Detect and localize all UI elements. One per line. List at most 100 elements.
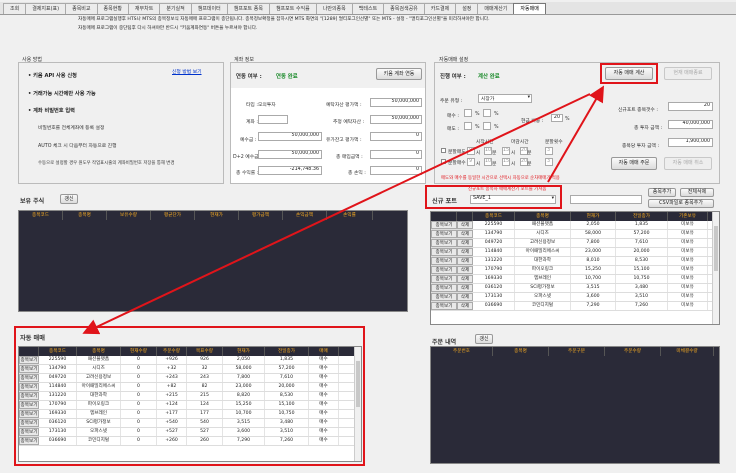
split-buy-checkbox[interactable] — [441, 159, 446, 164]
timerow2-cell-4[interactable]: 15 — [502, 158, 510, 166]
apply-guide-link[interactable]: 신청 방법 보기 — [172, 68, 202, 75]
sell-pct-2[interactable] — [483, 122, 491, 130]
new-port-scrollbar[interactable] — [712, 212, 719, 324]
view-stock-button[interactable]: 종목보기 — [431, 257, 457, 265]
new-port-select[interactable]: SAVE_1 ▾ — [470, 195, 556, 204]
cash-ratio-pct: % — [565, 117, 570, 122]
total-invest-field: 40,000,000 — [668, 120, 713, 129]
timerow1-cell-4[interactable]: 15 — [502, 147, 510, 155]
split-sell-checkbox[interactable] — [441, 148, 446, 153]
tab-9[interactable]: 나만의종목 — [315, 3, 353, 14]
table-cell: 8,820 — [223, 392, 265, 400]
table-cell: 엠브레인 — [515, 275, 571, 283]
delete-row-button[interactable]: 삭제 — [457, 302, 473, 310]
tab-3[interactable]: 종목현황 — [96, 3, 129, 14]
add-stock-button[interactable]: 종목추가 — [648, 188, 676, 197]
tab-13[interactable]: 설정 — [455, 3, 479, 14]
tab-7[interactable]: 챔프포트 종목 — [226, 3, 270, 14]
auto-trade-cancel-button[interactable]: 자동 매매 취소 — [664, 157, 712, 170]
view-stock-button[interactable]: 종목보기 — [431, 275, 457, 283]
delete-row-button[interactable]: 삭제 — [457, 221, 473, 229]
view-stock-button[interactable]: 종목보기 — [19, 365, 39, 373]
view-stock-button[interactable]: 종목보기 — [19, 401, 39, 409]
same-time-warning: 매도와 매수를 동일한 시간으로 선택시 자동으로 순차매매가 적용 — [441, 176, 560, 181]
view-stock-button[interactable]: 종목보기 — [431, 221, 457, 229]
timerow1-cell-2[interactable]: 10 — [484, 147, 492, 155]
sell-pct-1[interactable] — [464, 122, 472, 130]
column-header: 종목명 — [77, 347, 121, 356]
table-cell: 3,510 — [265, 428, 309, 436]
buy-pct-1[interactable] — [464, 109, 472, 117]
cash-ratio-field[interactable]: 20 — [551, 114, 563, 122]
view-stock-button[interactable]: 종목보기 — [431, 248, 457, 256]
orders-refresh-button[interactable]: 갱신 — [475, 334, 493, 344]
auto-trade-calc-button[interactable]: 자동 매매 계산 — [605, 67, 653, 80]
view-stock-button[interactable]: 종목보기 — [431, 239, 457, 247]
progress-value: 계산 완료 — [478, 74, 500, 80]
view-stock-button[interactable]: 종목보기 — [431, 293, 457, 301]
view-stock-button[interactable]: 종목보기 — [19, 356, 39, 364]
tab-11[interactable]: 종목검색공유 — [383, 3, 425, 14]
table-cell: 036690 — [39, 437, 77, 445]
auto-trade-order-button[interactable]: 자동 매매 주문 — [611, 157, 657, 170]
tab-5[interactable]: 분기실적 — [159, 3, 192, 14]
table-cell: +177 — [157, 410, 187, 418]
new-count-field[interactable]: 20 — [668, 102, 713, 111]
tab-4[interactable]: 재무차트 — [127, 3, 161, 14]
view-stock-button[interactable]: 종목보기 — [19, 392, 39, 400]
auto-trade-scrollbar[interactable] — [354, 347, 361, 461]
d2-deposit-field: 50,000,000 — [258, 150, 322, 159]
timerow2-cell-0[interactable]: 9 — [467, 158, 475, 166]
view-stock-button[interactable]: 종목보기 — [431, 302, 457, 310]
table-cell: 0 — [121, 410, 157, 418]
tab-10[interactable]: 백테스트 — [351, 3, 385, 14]
tab-12[interactable]: 카드결제 — [423, 3, 457, 14]
column-header: 종목명 — [515, 212, 571, 221]
stock-search-input[interactable] — [570, 195, 642, 204]
view-stock-button[interactable]: 종목보기 — [431, 266, 457, 274]
table-row: 종목보기 삭제 134790 시디즈 58,000 57,200 미보유 — [431, 230, 719, 239]
delete-all-button[interactable]: 전체삭제 — [680, 188, 714, 197]
tab-6[interactable]: 챔프데이터 — [190, 3, 228, 14]
view-stock-button[interactable]: 종목보기 — [19, 419, 39, 427]
account-select[interactable] — [258, 115, 288, 124]
delete-row-button[interactable]: 삭제 — [457, 293, 473, 301]
delete-row-button[interactable]: 삭제 — [457, 248, 473, 256]
delete-row-button[interactable]: 삭제 — [457, 275, 473, 283]
tab-1[interactable]: 결제지표(표) — [25, 3, 67, 14]
table-cell: 7,290 — [571, 302, 616, 310]
view-stock-button[interactable]: 종목보기 — [19, 410, 39, 418]
tab-2[interactable]: 종목비교 — [65, 3, 98, 14]
sell-pct-sign: % — [475, 125, 480, 130]
deposit-field: 50,000,000 — [258, 132, 322, 141]
view-stock-button[interactable]: 종목보기 — [431, 230, 457, 238]
split-buy-label: 분할매수 — [448, 161, 466, 166]
holdings-grid: 종목코드 종목명 보유수량 평균단가 현재가 평가금액 손익금액 손익률 — [18, 210, 408, 312]
timerow2-cell-8[interactable]: 3 — [545, 158, 553, 166]
table-cell: +215 — [157, 392, 187, 400]
csv-add-button[interactable]: CSV파일로 종목추가 — [648, 199, 714, 208]
buy-pct-2[interactable] — [483, 109, 491, 117]
auto-trade-stop-button[interactable]: 현재 매매종료 — [664, 67, 712, 80]
delete-row-button[interactable]: 삭제 — [457, 230, 473, 238]
holdings-refresh-button[interactable]: 갱신 — [60, 194, 78, 204]
tab-14[interactable]: 매매계산기 — [477, 3, 515, 14]
view-stock-button[interactable]: 종목보기 — [19, 437, 39, 445]
delete-row-button[interactable]: 삭제 — [457, 266, 473, 274]
kiwoom-link-button[interactable]: 키움 계좌 연동 — [376, 68, 422, 80]
view-stock-button[interactable]: 종목보기 — [431, 284, 457, 292]
delete-row-button[interactable]: 삭제 — [457, 284, 473, 292]
timerow1-cell-8[interactable]: 3 — [545, 147, 553, 155]
view-stock-button[interactable]: 종목보기 — [19, 383, 39, 391]
delete-row-button[interactable]: 삭제 — [457, 257, 473, 265]
timerow1-cell-0[interactable]: 9 — [467, 147, 475, 155]
tab-15[interactable]: 자동매매 — [513, 3, 546, 14]
eval-assets-label: 예탁자산 평가액 : — [326, 103, 362, 108]
delete-row-button[interactable]: 삭제 — [457, 239, 473, 247]
timerow2-cell-2[interactable]: 10 — [484, 158, 492, 166]
order-type-select[interactable]: 시장가 ▾ — [478, 94, 532, 103]
view-stock-button[interactable]: 종목보기 — [19, 374, 39, 382]
tab-8[interactable]: 챔프포트 수익률 — [268, 3, 317, 14]
tab-0[interactable]: 조회 — [3, 3, 27, 14]
view-stock-button[interactable]: 종목보기 — [19, 428, 39, 436]
